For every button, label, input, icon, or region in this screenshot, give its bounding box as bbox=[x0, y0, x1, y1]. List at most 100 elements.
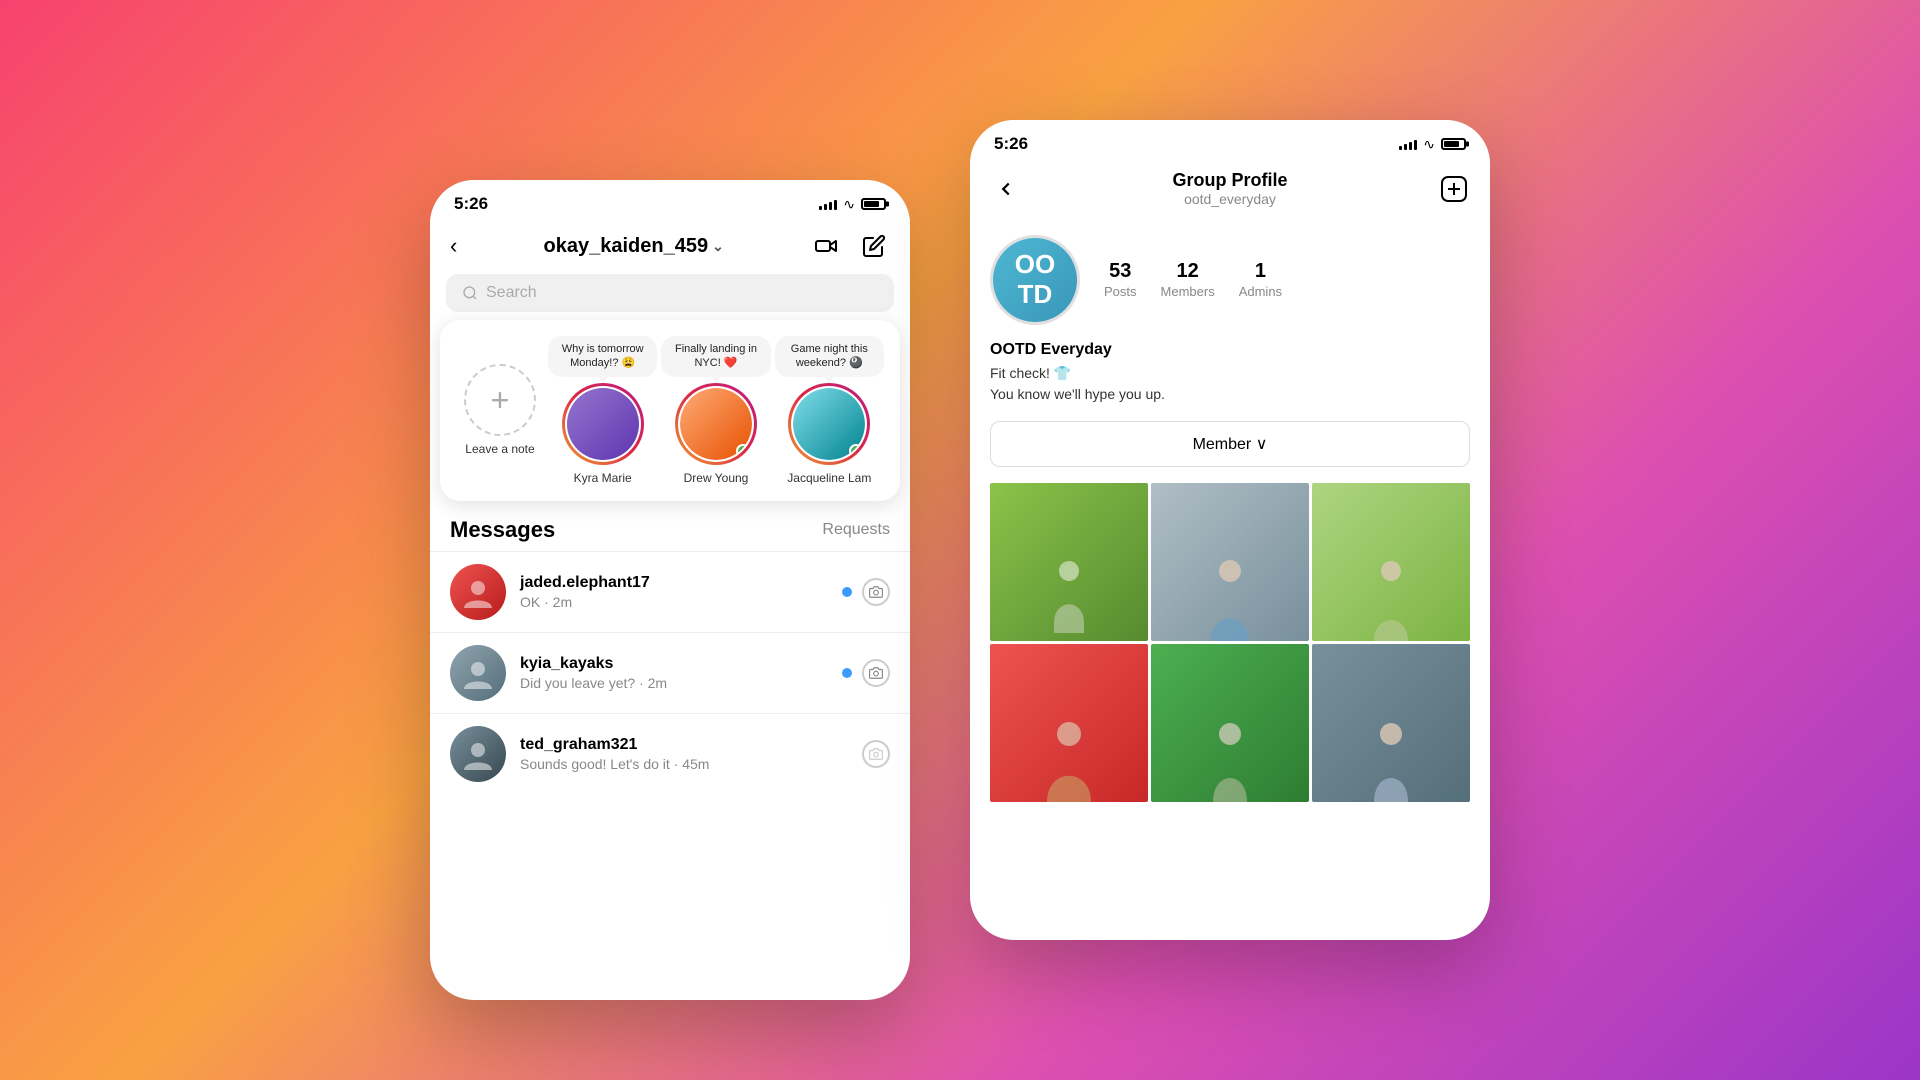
message-actions-3 bbox=[862, 740, 890, 768]
group-avatar: OO TD bbox=[990, 235, 1080, 325]
camera-icon-1 bbox=[869, 585, 883, 599]
unread-dot-2 bbox=[842, 668, 852, 678]
camera-icon-2 bbox=[869, 666, 883, 680]
username-jaded: jaded.elephant17 bbox=[520, 574, 828, 592]
group-nav-center: Group Profile ootd_everyday bbox=[1172, 170, 1287, 207]
photo-cell-2[interactable] bbox=[1151, 483, 1309, 641]
phones-container: 5:26 ∿ ‹ okay_kaiden_459 ⌄ bbox=[430, 80, 1490, 1000]
camera-button-2[interactable] bbox=[862, 659, 890, 687]
battery-icon bbox=[861, 198, 886, 210]
members-label: Members bbox=[1161, 284, 1215, 299]
username-ted: ted_graham321 bbox=[520, 736, 848, 754]
preview-ted: Sounds good! Let's do it · 45m bbox=[520, 756, 848, 772]
add-note-label: Leave a note bbox=[465, 442, 534, 456]
signal-icon-right bbox=[1399, 138, 1417, 150]
requests-link[interactable]: Requests bbox=[822, 521, 890, 539]
compose-icon bbox=[862, 234, 886, 258]
jacqueline-story-ring bbox=[788, 383, 870, 465]
group-name: OOTD Everyday bbox=[990, 341, 1470, 359]
compose-button[interactable] bbox=[858, 230, 890, 262]
avatar-icon-ted bbox=[460, 736, 496, 772]
nav-title-left: okay_kaiden_459 ⌄ bbox=[544, 235, 724, 258]
battery-icon-right bbox=[1441, 138, 1466, 150]
jacqueline-note-bubble: Game night this weekend? 🎱 bbox=[775, 336, 884, 377]
add-group-button[interactable] bbox=[1438, 173, 1470, 205]
group-info-row: OO TD 53 Posts 12 Members 1 Admi bbox=[990, 235, 1470, 325]
camera-icon-3 bbox=[869, 747, 883, 761]
person-icon-6 bbox=[1364, 712, 1419, 802]
kyra-story-ring bbox=[562, 383, 644, 465]
signal-icon bbox=[819, 198, 837, 210]
username-kyia: kyia_kayaks bbox=[520, 655, 828, 673]
wifi-icon-right: ∿ bbox=[1423, 136, 1435, 153]
unread-dot-1 bbox=[842, 587, 852, 597]
admins-label: Admins bbox=[1239, 284, 1282, 299]
message-item-2[interactable]: kyia_kayaks Did you leave yet? · 2m bbox=[430, 633, 910, 713]
photo-cell-4[interactable] bbox=[990, 644, 1148, 802]
photo-cell-3[interactable] bbox=[1312, 483, 1470, 641]
status-icons-left: ∿ bbox=[819, 196, 886, 213]
status-bar-right: 5:26 ∿ bbox=[970, 120, 1490, 162]
stories-card: + Leave a note Why is tomorrow Monday!? … bbox=[440, 320, 900, 501]
message-item-1[interactable]: jaded.elephant17 OK · 2m bbox=[430, 552, 910, 632]
messages-header: Messages Requests bbox=[430, 501, 910, 551]
person-icon-2 bbox=[1203, 551, 1258, 641]
person-icon-3 bbox=[1364, 551, 1419, 641]
back-button-right[interactable] bbox=[990, 173, 1022, 205]
bio-line2: You know we'll hype you up. bbox=[990, 384, 1470, 405]
kyra-avatar bbox=[567, 388, 639, 460]
add-note-avatar[interactable]: + bbox=[464, 364, 536, 436]
story-item-jacqueline[interactable]: Game night this weekend? 🎱 Jacqueline La… bbox=[775, 336, 884, 485]
avatar-kyia bbox=[450, 645, 506, 701]
add-icon bbox=[1440, 175, 1468, 203]
photo-cell-6[interactable] bbox=[1312, 644, 1470, 802]
stat-members: 12 Members bbox=[1161, 260, 1215, 301]
avatar-ted bbox=[450, 726, 506, 782]
camera-button-1[interactable] bbox=[862, 578, 890, 606]
jacqueline-avatar bbox=[793, 388, 865, 460]
status-time-left: 5:26 bbox=[454, 194, 488, 214]
message-item-3[interactable]: ted_graham321 Sounds good! Let's do it ·… bbox=[430, 714, 910, 794]
online-dot-drew bbox=[736, 444, 750, 458]
photo-cell-1[interactable] bbox=[990, 483, 1148, 641]
drew-story-ring bbox=[675, 383, 757, 465]
jacqueline-name: Jacqueline Lam bbox=[787, 471, 871, 485]
messages-title: Messages bbox=[450, 517, 555, 543]
members-count: 12 bbox=[1161, 260, 1215, 283]
admins-count: 1 bbox=[1239, 260, 1282, 283]
story-item-drew[interactable]: Finally landing in NYC! ❤️ Drew Young bbox=[661, 336, 770, 485]
story-item-kyra[interactable]: Why is tomorrow Monday!? 😩 Kyra Marie bbox=[548, 336, 657, 485]
person-icon-1 bbox=[1044, 553, 1094, 633]
story-item-add-note[interactable]: + Leave a note bbox=[456, 336, 544, 485]
search-placeholder: Search bbox=[486, 284, 537, 302]
phone-right: 5:26 ∿ Group bbox=[970, 120, 1490, 940]
group-nav: Group Profile ootd_everyday bbox=[970, 162, 1490, 219]
video-call-button[interactable] bbox=[810, 230, 842, 262]
nav-actions bbox=[810, 230, 890, 262]
message-content-2: kyia_kayaks Did you leave yet? · 2m bbox=[520, 655, 828, 691]
nav-bar-left: ‹ okay_kaiden_459 ⌄ bbox=[430, 222, 910, 274]
phone-left: 5:26 ∿ ‹ okay_kaiden_459 ⌄ bbox=[430, 180, 910, 1000]
kyra-name: Kyra Marie bbox=[574, 471, 632, 485]
group-nav-title: Group Profile bbox=[1172, 170, 1287, 191]
back-button[interactable]: ‹ bbox=[450, 233, 457, 259]
camera-button-3[interactable] bbox=[862, 740, 890, 768]
drew-note-bubble: Finally landing in NYC! ❤️ bbox=[661, 336, 770, 377]
message-actions-1 bbox=[842, 578, 890, 606]
posts-count: 53 bbox=[1104, 260, 1137, 283]
wifi-icon: ∿ bbox=[843, 196, 855, 213]
group-stats: 53 Posts 12 Members 1 Admins bbox=[1104, 260, 1470, 301]
avatar-icon-jaded bbox=[460, 574, 496, 610]
preview-jaded: OK · 2m bbox=[520, 594, 828, 610]
member-button[interactable]: Member ∨ bbox=[990, 421, 1470, 467]
drew-avatar bbox=[680, 388, 752, 460]
search-bar[interactable]: Search bbox=[446, 274, 894, 312]
chevron-down-icon: ⌄ bbox=[712, 238, 724, 255]
bio-line1: Fit check! 👕 bbox=[990, 363, 1470, 384]
photo-cell-5[interactable] bbox=[1151, 644, 1309, 802]
person-icon-5 bbox=[1203, 712, 1258, 802]
message-content-1: jaded.elephant17 OK · 2m bbox=[520, 574, 828, 610]
online-dot-jacqueline bbox=[849, 444, 863, 458]
status-time-right: 5:26 bbox=[994, 134, 1028, 154]
kyra-note-bubble: Why is tomorrow Monday!? 😩 bbox=[548, 336, 657, 377]
